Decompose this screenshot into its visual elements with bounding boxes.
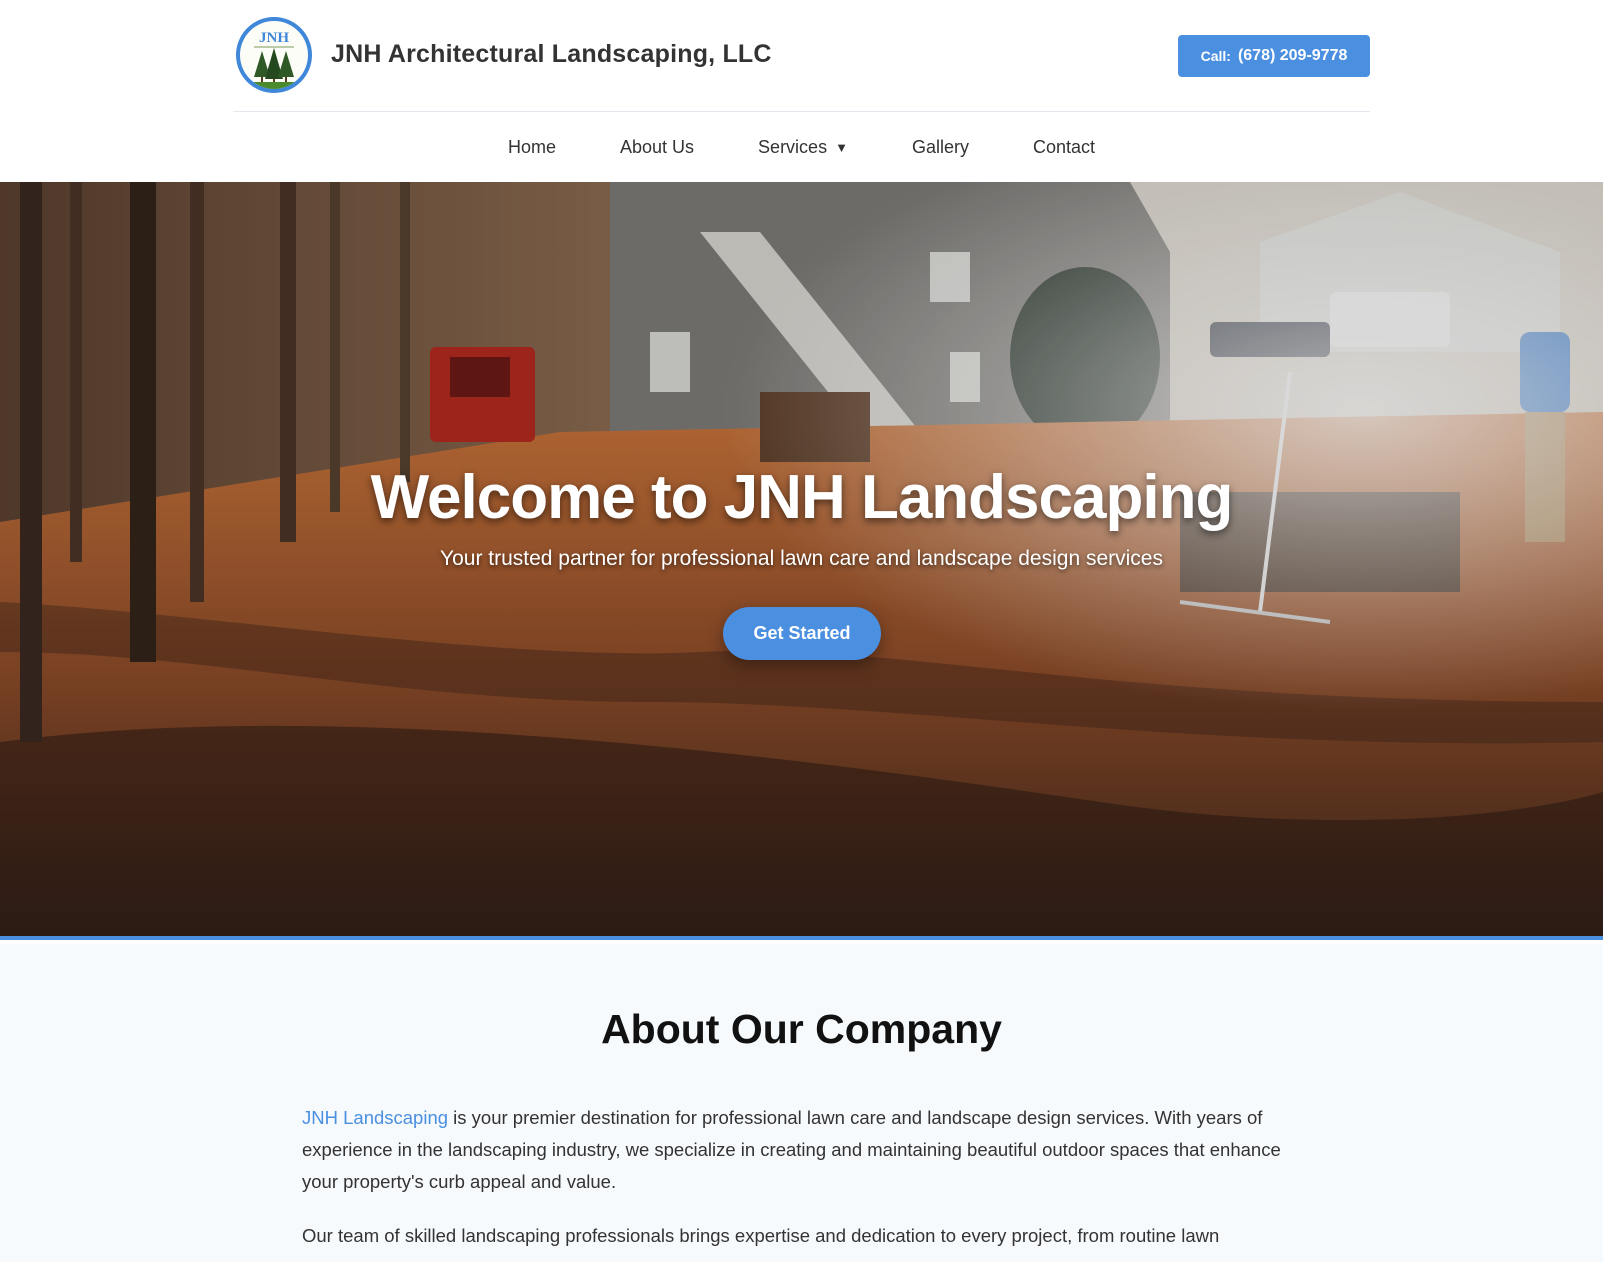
svg-text:JNH: JNH [259,30,289,46]
nav-item-home[interactable]: Home [508,137,556,158]
header-top-bar: JNH JNH Architectural Landscaping, LLC C… [233,0,1370,112]
about-title: About Our Company [601,1006,1002,1052]
logo-emblem: JNH [240,21,308,89]
company-name[interactable]: JNH Architectural Landscaping, LLC [331,40,772,69]
main-nav: Home About Us Services ▼ Gallery Contact [0,113,1603,181]
nav-label: Services [758,136,828,157]
pine-trees-icon: JNH [240,30,308,89]
nav-item-about-us[interactable]: About Us [620,137,694,158]
nav-item-gallery[interactable]: Gallery [912,137,969,158]
company-logo[interactable]: JNH [236,17,312,93]
nav-label: Home [507,136,556,157]
call-number: (678) 209-9778 [1237,47,1348,64]
caret-down-icon: ▼ [835,139,848,155]
hero-subtitle: Your trusted partner for professional la… [440,547,1163,570]
about-paragraph-2: Our team of skilled landscaping professi… [302,1225,1220,1246]
hero-title: Welcome to JNH Landscaping [370,463,1234,532]
about-section: About Our Company JNH Landscaping is you… [0,944,1603,1262]
about-paragraph-1: JNH Landscaping is your premier destinat… [302,1102,1307,1198]
nav-label: Gallery [911,136,969,157]
company-link[interactable]: JNH Landscaping [302,1107,448,1128]
hero-section: Welcome to JNH Landscaping Your trusted … [0,182,1603,940]
nav-item-contact[interactable]: Contact [1033,137,1095,158]
hero-content: Welcome to JNH Landscaping Your trusted … [0,182,1603,936]
call-label: Call: [1200,48,1231,64]
nav-item-services[interactable]: Services ▼ [758,137,848,158]
get-started-button[interactable]: Get Started [723,607,881,660]
about-paragraph-1-text: is your premier destination for professi… [302,1107,1281,1192]
nav-label: Contact [1032,136,1096,157]
nav-label: About Us [620,136,695,157]
site-header: JNH JNH Architectural Landscaping, LLC C… [0,0,1603,182]
call-button[interactable]: Call: (678) 209-9778 [1178,35,1370,77]
